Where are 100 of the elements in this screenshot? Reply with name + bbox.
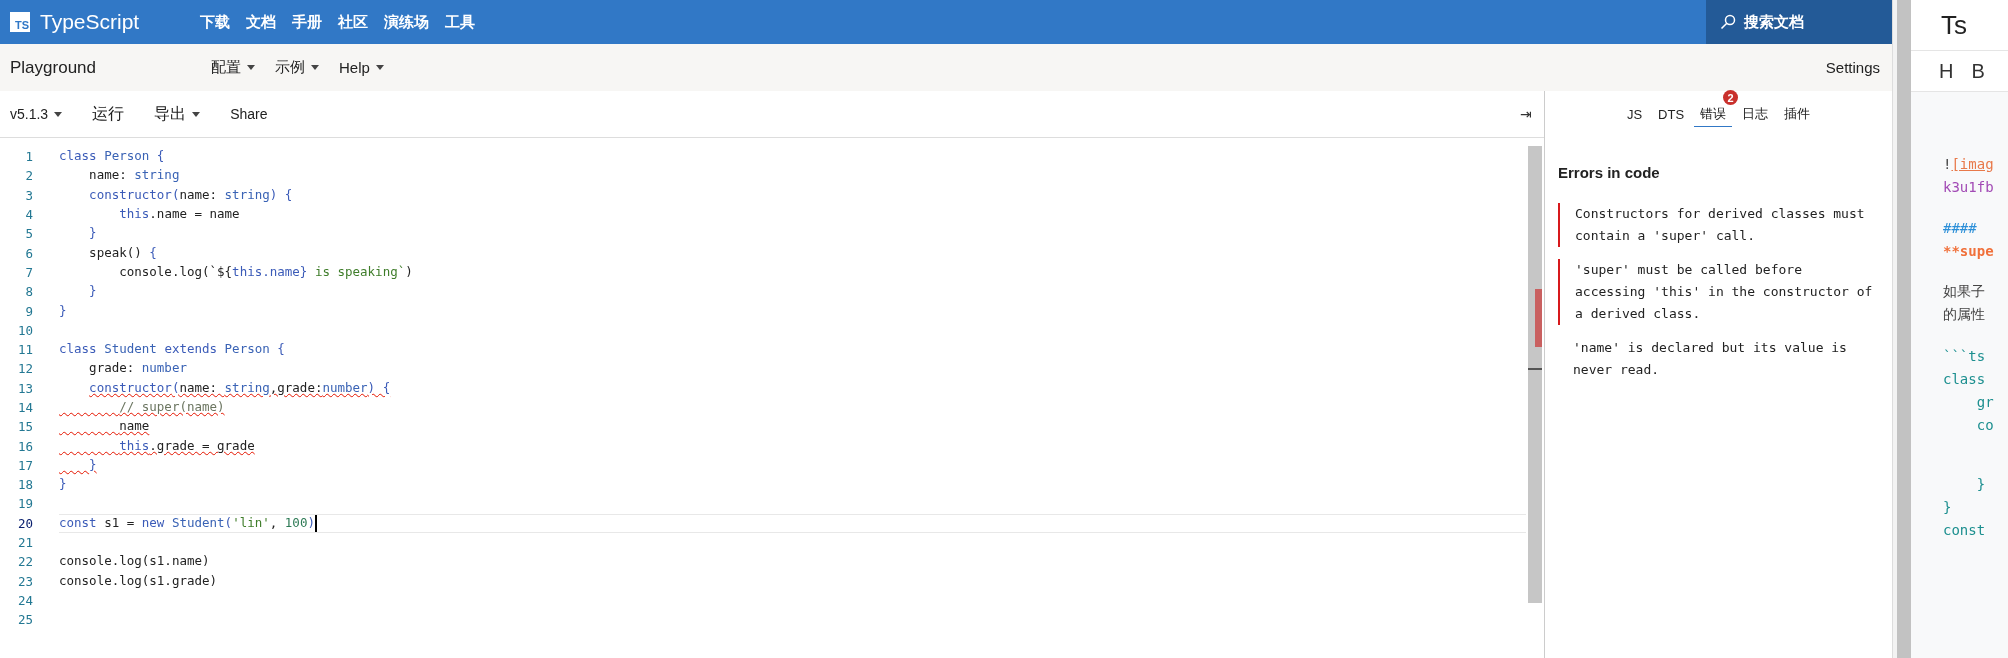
line-number: 9 [24, 303, 33, 319]
dropdown-menu[interactable]: Help [333, 54, 390, 81]
run-button[interactable]: 运行 [86, 99, 131, 129]
markdown-line: #### [1943, 219, 1977, 236]
nav-link[interactable]: 文档 [246, 12, 276, 32]
code-line: } [59, 301, 67, 320]
code-line: this.name = name [118, 205, 240, 224]
line-number: 11 [16, 342, 33, 358]
line-number: 22 [16, 554, 33, 570]
line-number: 4 [24, 207, 33, 223]
line-number: 10 [16, 322, 33, 338]
brand-name[interactable]: TypeScript [40, 10, 140, 34]
code-line: constructor(name: string) { [88, 185, 293, 204]
nav-link[interactable]: 下载 [200, 12, 230, 32]
code-line: console.log(s1.grade) [59, 571, 218, 590]
version-dropdown[interactable]: v5.1.3 [4, 102, 69, 126]
line-number: 19 [16, 496, 33, 512]
code-line: grade: number [88, 359, 187, 378]
code-line: this.grade = grade [118, 436, 255, 455]
markdown-line: } [1943, 498, 1952, 515]
share-button[interactable]: Share [224, 102, 274, 126]
code-line: } [88, 455, 97, 474]
error-count-badge: 2 [1723, 90, 1739, 105]
line-number: 1 [24, 149, 33, 165]
export-dropdown[interactable]: 导出 [148, 99, 207, 129]
dropdown-menu[interactable]: 示例 [269, 54, 325, 81]
code-line: class Person { [59, 147, 165, 166]
line-number: 23 [16, 573, 33, 589]
nav-link[interactable]: 工具 [445, 12, 475, 32]
markdown-line: k3u1fb [1943, 178, 1994, 195]
code-line: const s1 = new Student('lin', 100) [59, 513, 315, 532]
line-number: 13 [16, 380, 33, 396]
code-line: console.log(s1.name) [59, 552, 210, 571]
dropdown-menu[interactable]: 配置 [205, 54, 261, 81]
errors-heading: Errors in code [1558, 164, 1661, 181]
line-number: 3 [24, 187, 33, 203]
code-line: speak() { [88, 243, 157, 262]
error-message: Constructors for derived classes must contain a 'super' call. [1558, 203, 1875, 247]
markdown-line: ```ts [1943, 347, 1986, 364]
markdown-line: const [1943, 521, 1986, 538]
line-number: 21 [16, 535, 33, 551]
line-number: 15 [16, 419, 33, 435]
markdown-line: } [1975, 475, 1986, 492]
error-message: 'name' is declared but its value is never read. [1572, 339, 1848, 379]
caret-icon [192, 111, 201, 117]
caret-icon [54, 111, 63, 117]
page-scrollbar[interactable] [1892, 0, 1911, 658]
nav-link[interactable]: 演练场 [384, 12, 429, 32]
error-marker [1535, 289, 1542, 347]
code-line: } [59, 475, 67, 494]
code-line: // super(name) [118, 398, 225, 416]
markdown-line: ![imag [1943, 155, 1994, 172]
code-line: name: string [88, 166, 180, 185]
output-tab[interactable]: JS [1620, 103, 1649, 126]
search-icon [1720, 14, 1736, 30]
output-tab[interactable]: 插件 [1778, 102, 1817, 127]
format-button[interactable]: H [1939, 59, 1954, 83]
cursor-marker [1528, 368, 1542, 370]
line-number: 16 [16, 438, 33, 454]
markdown-line: gr [1975, 393, 1994, 410]
line-number: 2 [24, 168, 33, 184]
code-line: name [118, 417, 150, 436]
code-line: } [88, 282, 97, 301]
settings-link[interactable]: Settings [1825, 59, 1880, 76]
line-number: 20 [16, 515, 33, 531]
line-number: 18 [16, 477, 33, 493]
output-tab[interactable]: 日志 [1736, 102, 1775, 127]
document-title: Ts [1911, 0, 2008, 50]
code-line: class Student extends Person { [59, 340, 285, 359]
caret-icon [375, 65, 384, 70]
markdown-line: co [1975, 416, 1994, 433]
page-title: Playground [10, 57, 97, 78]
search-button[interactable]: 搜索文档 [1706, 0, 1892, 44]
line-number: 12 [16, 361, 33, 377]
markdown-line: **supe [1943, 242, 1994, 259]
line-number: 14 [16, 400, 33, 415]
line-number: 24 [16, 592, 33, 608]
code-line: constructor(name: string,grade:number) { [88, 378, 391, 397]
nav-link[interactable]: 社区 [338, 12, 368, 32]
line-number: 7 [24, 264, 33, 280]
caret-icon [311, 65, 319, 70]
scrollbar[interactable] [1528, 146, 1542, 603]
markdown-line: 如果子 [1943, 282, 1985, 301]
line-number: 8 [24, 284, 33, 300]
code-line: console.log(`${this.name} is speaking`) [118, 262, 413, 281]
markdown-line: class [1943, 370, 1986, 387]
collapse-button[interactable]: ⇥ [1518, 104, 1534, 124]
line-number: 17 [16, 457, 33, 473]
line-number: 6 [24, 245, 33, 261]
format-button[interactable]: B [1971, 59, 1985, 83]
markdown-line: 的属性 [1943, 305, 1985, 324]
output-tab[interactable]: DTS [1652, 103, 1691, 126]
caret-icon [247, 65, 255, 70]
error-message: 'super' must be called before accessing 'this' in the constructor of a derived class. [1558, 259, 1875, 325]
line-number: 5 [24, 226, 33, 242]
line-number: 25 [16, 612, 33, 628]
logo-icon[interactable]: TS [10, 12, 30, 32]
nav-link[interactable]: 手册 [292, 12, 322, 32]
text-cursor [314, 514, 317, 532]
code-line: } [88, 224, 97, 243]
